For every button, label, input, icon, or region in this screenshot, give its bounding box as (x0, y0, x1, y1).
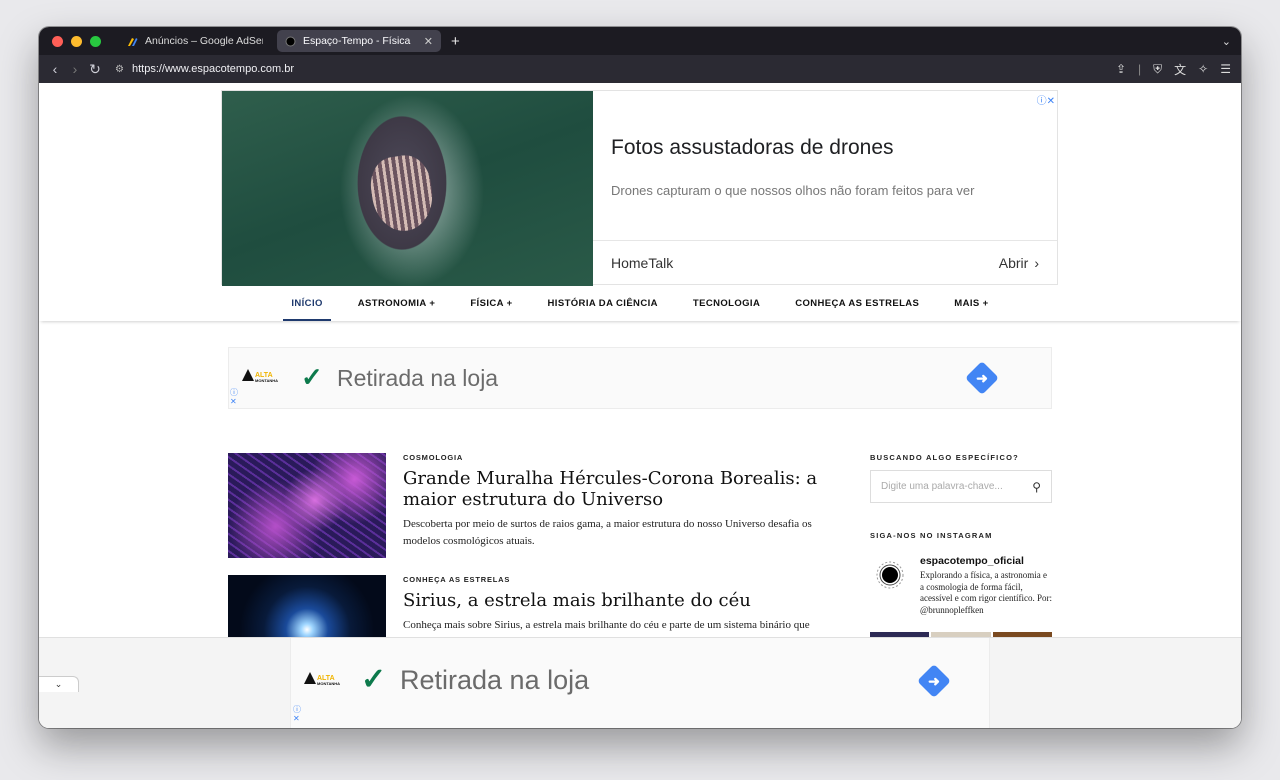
ad-body: Fotos assustadoras de drones Drones capt… (593, 91, 1057, 284)
collapse-ad-chevron-icon[interactable]: ⌄ (39, 676, 79, 692)
whale-photo[interactable] (222, 91, 593, 286)
minimize-window-button[interactable] (71, 35, 82, 47)
article-excerpt: Conheça mais sobre Sirius, a estrela mai… (403, 619, 810, 631)
adchoices-icon[interactable]: ⓘ ✕ (293, 705, 301, 723)
ad-description: Drones capturam o que nossos olhos não f… (611, 183, 975, 198)
maximize-window-button[interactable] (90, 35, 101, 47)
instagram-heading: SIGA-NOS NO INSTAGRAM (870, 531, 993, 540)
chevron-right-icon: › (1034, 254, 1039, 271)
instagram-bio: Explorando a física, a astronomia e a co… (920, 570, 1052, 615)
article-category[interactable]: CONHEÇA AS ESTRELAS (403, 575, 843, 584)
forward-icon[interactable]: › (65, 61, 85, 77)
reload-icon[interactable]: ↻ (85, 61, 105, 78)
toolbar-icons: ⇪ | ⛨ 文 ✧ ☰ (1116, 61, 1231, 78)
article-category[interactable]: COSMOLOGIA (403, 453, 843, 462)
menu-icon[interactable]: ☰ (1220, 62, 1231, 76)
ad-footer[interactable]: HomeTalk Abrir › (593, 240, 1057, 284)
adchoices-icon[interactable]: ⓘ ✕ (230, 388, 238, 406)
url-bar: ‹ › ↻ ⚙ https://www.espacotempo.com.br ⇪… (39, 55, 1241, 83)
tab-list-chevron-icon[interactable]: ⌄ (1222, 35, 1231, 48)
article-card[interactable]: COSMOLOGIA Grande Muralha Hércules-Coron… (228, 453, 843, 558)
bottom-ad-text[interactable]: Retirada na loja (400, 665, 589, 696)
search-input[interactable]: Digite uma palavra-chave... ⚲ (870, 470, 1052, 503)
instagram-avatar[interactable] (870, 555, 910, 595)
search-placeholder: Digite uma palavra-chave... (881, 481, 1003, 492)
nav-item-astronomia[interactable]: ASTRONOMIA + (350, 291, 444, 321)
nav-item-historia[interactable]: HISTÓRIA DA CIÊNCIA (540, 291, 666, 321)
close-tab-icon[interactable]: ✕ (424, 35, 433, 48)
article-title[interactable]: Sirius, a estrela mais brilhante do céu (403, 590, 838, 611)
share-icon[interactable]: ⇪ (1116, 62, 1126, 76)
tab-bar: Anúncios – Google AdSense Espaço-Tempo -… (39, 27, 1241, 55)
nav-item-fisica[interactable]: FÍSICA + (462, 291, 520, 321)
nav-item-tecnologia[interactable]: TECNOLOGIA (685, 291, 768, 321)
ad-title[interactable]: Fotos assustadoras de drones (611, 136, 894, 160)
back-icon[interactable]: ‹ (45, 61, 65, 77)
close-window-button[interactable] (52, 35, 63, 47)
instagram-profile[interactable]: espacotempo_oficial Explorando a física,… (870, 555, 1052, 616)
strip-ad-text[interactable]: Retirada na loja (337, 365, 498, 392)
tab-espacotempo[interactable]: Espaço-Tempo - Física e ast ✕ (277, 30, 441, 52)
page-content: Fotos assustadoras de drones Drones capt… (39, 83, 1241, 728)
toolbar-divider: | (1138, 62, 1142, 76)
directions-icon[interactable]: ➜ (917, 664, 951, 698)
new-tab-button[interactable]: + (451, 33, 460, 50)
nav-item-estrelas[interactable]: CONHEÇA AS ESTRELAS (787, 291, 927, 321)
translate-icon[interactable]: 文 (1174, 61, 1186, 78)
url-text: https://www.espacotempo.com.br (131, 63, 294, 75)
check-icon: ✓ (361, 663, 387, 696)
adchoices-close-icon[interactable]: ⓘ✕ (1037, 92, 1055, 107)
alta-montanha-logo: ALTA MONTANHA (241, 368, 278, 383)
ad-open-button[interactable]: Abrir › (999, 255, 1039, 271)
nav-item-inicio[interactable]: INÍCIO (283, 291, 331, 321)
sidebar: BUSCANDO ALGO ESPECÍFICO? Digite uma pal… (870, 453, 1052, 638)
ad-advertiser: HomeTalk (611, 254, 674, 271)
strip-advertisement[interactable]: ALTA MONTANHA ✓ Retirada na loja ➜ ⓘ ✕ (228, 347, 1052, 409)
shield-icon[interactable]: ⛨ (1153, 62, 1162, 77)
window-controls (52, 35, 101, 47)
site-settings-icon[interactable]: ⚙ (115, 64, 124, 75)
article-excerpt: Descoberta por meio de surtos de raios g… (403, 518, 812, 547)
main-navigation: INÍCIO ASTRONOMIA + FÍSICA + HISTÓRIA DA… (39, 291, 1241, 321)
bottom-advertisement[interactable]: ALTA MONTANHA ✓ Retirada na loja ➜ ⓘ ✕ (290, 638, 990, 728)
address-field[interactable]: ⚙ https://www.espacotempo.com.br (115, 63, 294, 75)
adsense-icon (127, 36, 138, 47)
search-heading: BUSCANDO ALGO ESPECÍFICO? (870, 453, 1019, 462)
directions-icon[interactable]: ➜ (965, 361, 999, 395)
article-title[interactable]: Grande Muralha Hércules-Corona Borealis:… (403, 468, 838, 510)
site-favicon-icon (285, 36, 296, 47)
tab-title: Anúncios – Google AdSense (145, 35, 263, 47)
instagram-username[interactable]: espacotempo_oficial (920, 555, 1052, 567)
browser-window: Anúncios – Google AdSense Espaço-Tempo -… (39, 27, 1241, 728)
tab-title: Espaço-Tempo - Física e ast (303, 35, 411, 47)
cosmic-web-thumbnail[interactable] (228, 453, 386, 558)
search-icon[interactable]: ⚲ (1032, 480, 1041, 494)
nav-item-mais[interactable]: MAIS + (946, 291, 996, 321)
top-advertisement[interactable]: Fotos assustadoras de drones Drones capt… (221, 90, 1058, 286)
sticky-bottom-ad-bar: ALTA MONTANHA ✓ Retirada na loja ➜ ⓘ ✕ (39, 637, 1241, 728)
extensions-icon[interactable]: ✧ (1198, 62, 1208, 76)
check-icon: ✓ (301, 362, 323, 392)
alta-montanha-logo: ALTA MONTANHA (303, 671, 340, 686)
tab-adsense[interactable]: Anúncios – Google AdSense (119, 30, 271, 52)
